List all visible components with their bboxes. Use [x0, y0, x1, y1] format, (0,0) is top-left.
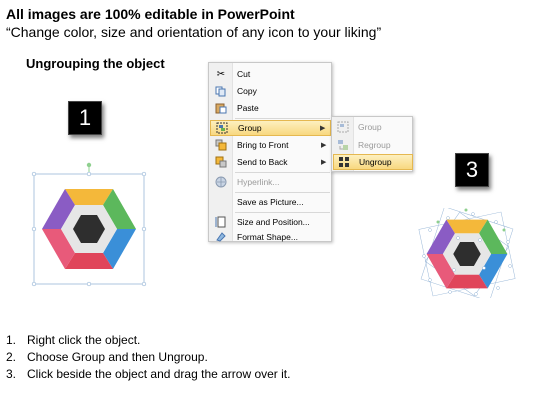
group-icon	[211, 120, 233, 136]
group-icon	[333, 119, 353, 135]
submenu-item-group[interactable]: Group	[333, 119, 413, 135]
paste-icon	[210, 100, 232, 116]
instruction-list: 1. Right click the object. 2. Choose Gro…	[6, 332, 290, 383]
submenu-item-ungroup[interactable]: Ungroup	[333, 154, 413, 170]
menu-item-cut[interactable]: ✂ Cut	[210, 66, 331, 82]
ungrouped-hexagon-object[interactable]	[418, 208, 516, 298]
menu-item-bring-to-front[interactable]: Bring to Front ▶	[210, 137, 331, 153]
send-to-back-icon	[210, 154, 232, 170]
menu-item-save-as-picture[interactable]: Save as Picture...	[210, 194, 331, 210]
menu-item-hyperlink[interactable]: Hyperlink...	[210, 174, 331, 190]
menu-item-send-to-back[interactable]: Send to Back ▶	[210, 154, 331, 170]
context-menu: ✂ Cut Copy Paste Group ▶ Bring to Front …	[208, 62, 332, 242]
format-shape-icon	[210, 229, 232, 245]
instruction-step: 3. Click beside the object and drag the …	[6, 367, 291, 381]
submenu-arrow-icon: ▶	[321, 159, 327, 166]
menu-item-format-shape[interactable]: Format Shape...	[210, 231, 331, 242]
menu-item-group[interactable]: Group ▶	[210, 120, 331, 136]
submenu-arrow-icon: ▶	[320, 125, 326, 132]
submenu-arrow-icon: ▶	[321, 142, 327, 149]
copy-icon	[210, 83, 232, 99]
ungroup-icon	[334, 154, 354, 170]
instruction-step: 1. Right click the object.	[6, 333, 141, 347]
step-badge-1: 1	[68, 101, 102, 135]
scissors-icon: ✂	[216, 68, 226, 80]
hyperlink-icon	[210, 174, 232, 190]
header-title: All images are 100% editable in PowerPoi…	[6, 6, 295, 22]
regroup-icon	[333, 137, 353, 153]
menu-item-paste[interactable]: Paste	[210, 100, 331, 116]
group-submenu: Group Regroup Ungroup	[331, 116, 413, 172]
submenu-item-regroup[interactable]: Regroup	[333, 137, 413, 153]
menu-item-copy[interactable]: Copy	[210, 83, 331, 99]
step-badge-3: 3	[455, 153, 489, 187]
grouped-hexagon-object[interactable]	[30, 162, 148, 288]
bring-to-front-icon	[210, 137, 232, 153]
section-title: Ungrouping the object	[26, 56, 165, 71]
instruction-step: 2. Choose Group and then Ungroup.	[6, 350, 208, 364]
header-subtitle: “Change color, size and orientation of a…	[6, 24, 382, 40]
